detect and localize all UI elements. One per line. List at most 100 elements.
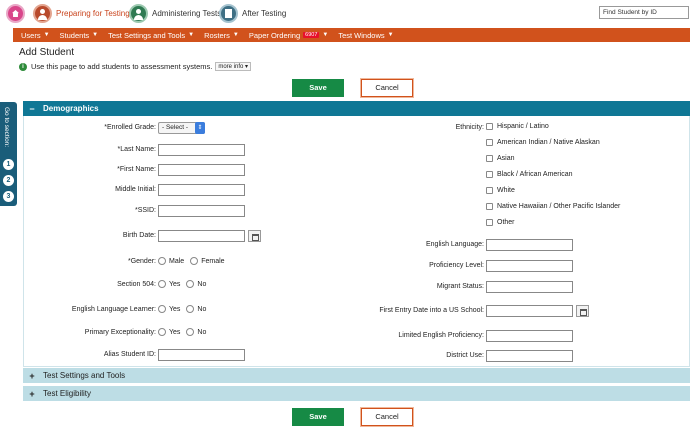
first-name-input[interactable] [158, 164, 245, 176]
primary-exceptionality-yes-radio[interactable] [158, 328, 166, 336]
alias-student-id-label: Alias Student ID: [103, 351, 156, 358]
first-entry-date-label: First Entry Date into a US School: [379, 307, 484, 314]
tab-label: Preparing for Testing [56, 9, 130, 18]
nav-test-windows[interactable]: Test Windows ▼ [338, 31, 393, 40]
radio-label: Yes [169, 280, 181, 288]
ssid-label: *SSID: [134, 207, 156, 214]
primary-exceptionality-no-radio[interactable] [186, 328, 195, 336]
section-test-settings-header[interactable]: + Test Settings and Tools [23, 368, 690, 383]
radio-label: Yes [169, 328, 181, 336]
ethnicity-option[interactable]: Other [486, 219, 515, 226]
save-button[interactable]: Save [292, 79, 344, 97]
nav-test-settings[interactable]: Test Settings and Tools ▼ [108, 31, 194, 40]
ethnicity-option[interactable]: Asian [486, 155, 515, 162]
more-info-button[interactable]: more info ▾ [215, 62, 252, 71]
middle-initial-input[interactable] [158, 184, 245, 196]
tab-after-testing[interactable]: After Testing [219, 4, 286, 23]
checkbox[interactable] [486, 203, 493, 210]
chevron-down-icon: ▼ [43, 32, 50, 38]
demographics-body: *Enrolled Grade: - Select - ⇕ *Last Name:… [23, 116, 690, 367]
tab-administering-tests[interactable]: Administering Tests [129, 4, 221, 23]
primary-exceptionality-label: Primary Exceptionality: [84, 329, 156, 336]
section-504-no-radio[interactable] [186, 280, 195, 288]
checkbox[interactable] [486, 187, 493, 194]
cancel-button[interactable]: Cancel [360, 78, 414, 98]
nav-label: Test Windows [338, 30, 385, 40]
ell-no-radio[interactable] [186, 305, 195, 313]
minus-icon: − [29, 103, 35, 114]
radio-label: Male [169, 257, 185, 265]
gender-female-radio[interactable] [190, 257, 199, 265]
checkbox[interactable] [486, 155, 493, 162]
goto-section-3[interactable]: 3 [3, 191, 14, 202]
checkbox[interactable] [486, 219, 493, 226]
plus-icon: + [29, 370, 35, 381]
enrolled-grade-select[interactable]: - Select - ⇕ [158, 122, 205, 134]
ethnicity-option[interactable]: American Indian / Native Alaskan [486, 139, 600, 146]
chevron-down-icon: ▼ [92, 32, 99, 38]
count-badge: 6907 [303, 32, 320, 38]
checkbox[interactable] [486, 171, 493, 178]
nav-label: Rosters [204, 30, 230, 40]
tab-label: Administering Tests [152, 9, 222, 18]
save-button-bottom[interactable]: Save [292, 408, 344, 426]
find-student-input[interactable]: Find Student by ID [599, 6, 689, 19]
ssid-input[interactable] [158, 205, 245, 217]
calendar-icon[interactable] [576, 305, 589, 317]
gender-male-radio[interactable] [158, 257, 166, 265]
gender-label: *Gender: [127, 258, 156, 265]
plus-icon: + [29, 388, 35, 399]
home-icon[interactable] [6, 4, 25, 23]
alias-student-id-input[interactable] [158, 349, 245, 361]
info-icon: i [19, 62, 27, 71]
chevron-down-icon: ▼ [188, 32, 195, 38]
section-test-eligibility-header[interactable]: + Test Eligibility [23, 386, 690, 401]
birth-date-label: Birth Date: [122, 232, 156, 239]
migrant-status-label: Migrant Status: [436, 283, 484, 290]
ell-label: English Language Learner: [71, 306, 156, 313]
cancel-button-bottom[interactable]: Cancel [360, 407, 414, 427]
ethnicity-option[interactable]: Hispanic / Latino [486, 123, 549, 130]
info-line: i Use this page to add students to asses… [19, 62, 252, 71]
nav-students[interactable]: Students ▼ [60, 31, 99, 40]
person-icon [33, 4, 52, 23]
tab-preparing-for-testing[interactable]: Preparing for Testing [33, 4, 130, 23]
proficiency-level-label: Proficiency Level: [429, 262, 484, 269]
nav-paper-ordering[interactable]: Paper Ordering 6907 ▼ [249, 31, 328, 40]
document-icon [219, 4, 238, 23]
section-demographics-header[interactable]: − Demographics [23, 101, 690, 116]
ethnicity-label: Ethnicity: [455, 124, 484, 131]
nav-label: Students [59, 30, 90, 40]
checkbox-label: Other [497, 219, 515, 226]
chevron-down-icon: ▼ [387, 32, 394, 38]
goto-section-1[interactable]: 1 [3, 159, 14, 170]
ethnicity-option[interactable]: Native Hawaiian / Other Pacific Islander [486, 203, 620, 210]
nav-label: Paper Ordering [248, 30, 301, 40]
english-language-label: English Language: [426, 241, 484, 248]
select-value: - Select - [162, 124, 189, 131]
checkbox[interactable] [486, 139, 493, 146]
goto-section-2[interactable]: 2 [3, 175, 14, 186]
english-language-input[interactable] [486, 239, 573, 251]
limited-english-input[interactable] [486, 330, 573, 342]
main-nav: Users ▼ Students ▼ Test Settings and Tools… [13, 28, 690, 42]
ethnicity-option[interactable]: White [486, 187, 515, 194]
first-entry-date-input[interactable] [486, 305, 573, 317]
radio-label: No [197, 305, 207, 313]
proficiency-level-input[interactable] [486, 260, 573, 272]
nav-rosters[interactable]: Rosters ▼ [204, 31, 239, 40]
last-name-input[interactable] [158, 144, 245, 156]
ethnicity-option[interactable]: Black / African American [486, 171, 572, 178]
checkbox[interactable] [486, 123, 493, 130]
checkbox-label: White [497, 187, 515, 194]
nav-users[interactable]: Users ▼ [21, 31, 50, 40]
first-name-label: *First Name: [117, 166, 156, 173]
migrant-status-input[interactable] [486, 281, 573, 293]
section-504-yes-radio[interactable] [158, 280, 166, 288]
birth-date-input[interactable] [158, 230, 245, 242]
checkbox-label: Hispanic / Latino [497, 123, 549, 130]
section-title: Test Eligibility [43, 389, 92, 398]
district-use-input[interactable] [486, 350, 573, 362]
calendar-icon[interactable] [248, 230, 261, 242]
ell-yes-radio[interactable] [158, 305, 166, 313]
